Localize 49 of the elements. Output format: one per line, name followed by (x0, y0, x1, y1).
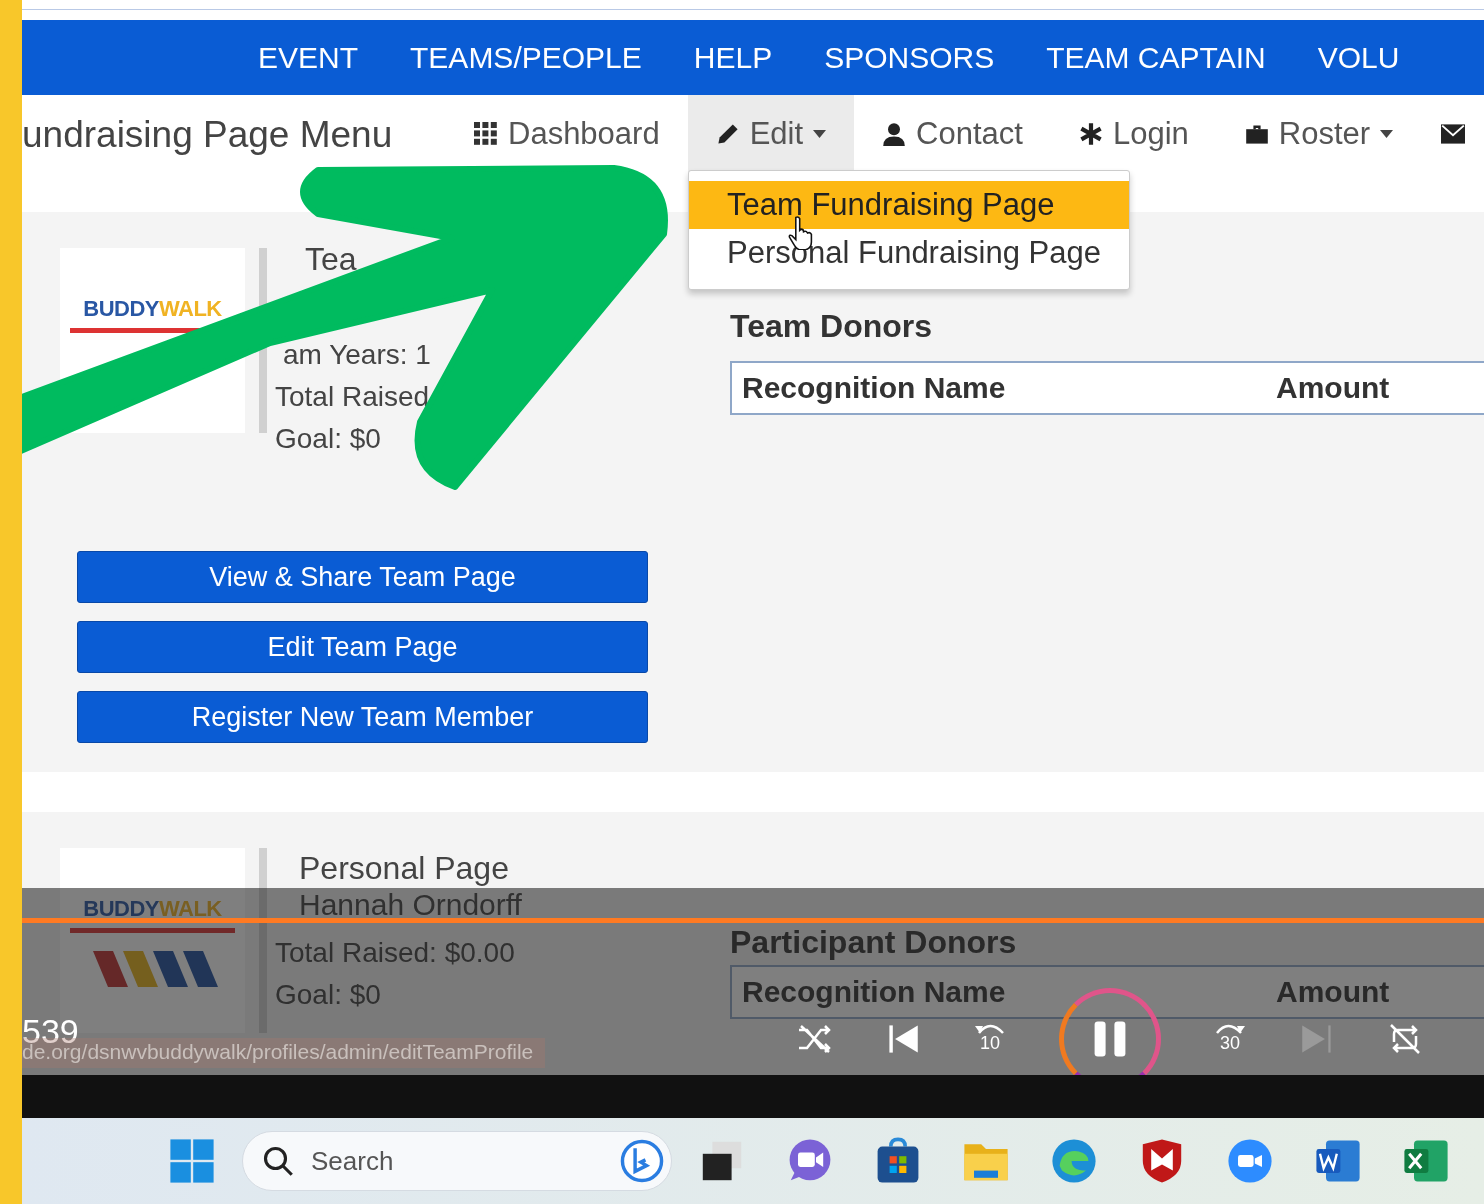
nav-link[interactable]: VOLU (1317, 40, 1400, 75)
rewind-icon[interactable] (975, 1022, 1005, 1034)
logo-wordmark: BUDDYWALK (83, 296, 222, 322)
dropdown-item[interactable]: Team Fundraising Page (689, 181, 1129, 229)
taskbar-search-field[interactable]: Search (242, 1131, 672, 1191)
video-meeting-icon[interactable] (1226, 1137, 1274, 1185)
team-page-title: Tea (304, 242, 358, 276)
asterisk-icon (1078, 121, 1103, 146)
search-icon (263, 1146, 293, 1176)
team-info-text: Total Raised (275, 380, 431, 414)
column-header: Amount (1276, 371, 1390, 405)
grid-icon (474, 121, 498, 146)
start-icon[interactable] (168, 1137, 216, 1185)
nav-link[interactable]: TEAMS/PEOPLE (410, 40, 642, 75)
column-header: Recognition Name (741, 975, 1007, 1009)
nav-link[interactable]: SPONSORS (824, 40, 995, 75)
nav-link[interactable]: EVENT (258, 40, 359, 75)
shuffle-off-icon[interactable] (797, 1022, 833, 1056)
column-header: Recognition Name (741, 371, 1007, 405)
dropdown-item[interactable]: Personal Fundraising Page (689, 229, 1129, 277)
donors-heading: Team Donors (730, 308, 934, 345)
personal-info-text: Goal: $0 (275, 978, 382, 1012)
person-icon (882, 121, 907, 146)
team-action-button[interactable]: View & Share Team Page (77, 551, 648, 603)
bing-icon[interactable] (619, 1138, 665, 1184)
envelope-icon[interactable] (1441, 121, 1466, 146)
forward-seconds: 30 (1220, 1034, 1240, 1052)
team-info-text: am Years: 1 (282, 338, 431, 372)
personal-info-text: Total Raised: $0.00 (275, 936, 516, 970)
team-action-button[interactable]: Edit Team Page (77, 621, 648, 673)
menu-item[interactable]: Login (1050, 103, 1217, 164)
team-info-text: Goal: $0 (275, 422, 382, 456)
menu-item[interactable]: Contact (854, 103, 1051, 164)
column-header: Amount (1276, 975, 1390, 1009)
forward-icon[interactable] (1215, 1022, 1245, 1034)
rewind-seconds: 10 (980, 1034, 1000, 1052)
nav-link[interactable]: HELP (693, 40, 773, 75)
logo-wordmark: BUDDYWALK (83, 896, 222, 922)
donors-heading: Participant Donors (730, 924, 1018, 961)
personal-page-title: Personal Page (298, 849, 510, 888)
participant-name: Hannah Orndorff (298, 888, 522, 923)
search-input[interactable]: Search (309, 1144, 603, 1178)
menu-item[interactable]: Dashboard (446, 103, 688, 164)
edge-browser-icon[interactable] (1050, 1137, 1098, 1185)
menu-item[interactable]: Edit (687, 95, 855, 172)
menu-item[interactable]: Roster (1216, 103, 1422, 164)
nav-link[interactable]: TEAM CAPTAIN (1046, 40, 1266, 75)
menu-title: undraising Page Menu (22, 112, 394, 156)
team-action-button[interactable]: Register New Team Member (77, 691, 648, 743)
